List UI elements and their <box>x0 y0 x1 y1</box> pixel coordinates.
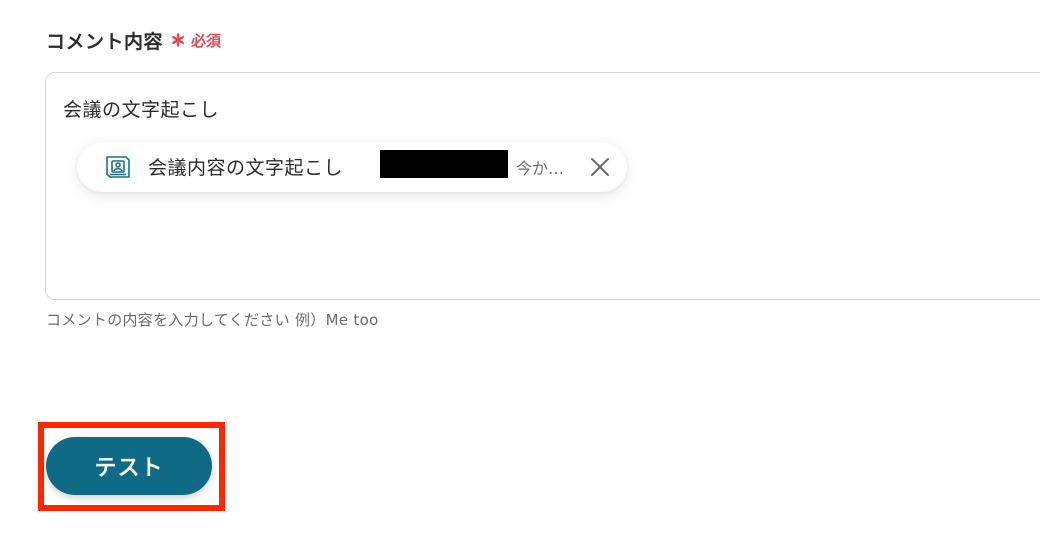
asterisk-icon <box>171 33 185 47</box>
comment-input-text: 会議の文字起こし <box>63 99 220 121</box>
variable-chip-label: 会議内容の文字起こし <box>148 157 344 179</box>
redacted-block <box>380 150 508 178</box>
document-image-icon <box>104 154 132 180</box>
test-button[interactable]: テスト <box>46 437 212 495</box>
comment-input[interactable]: 会議の文字起こし 会議内容の文字起こし 今か… <box>45 72 1040 300</box>
close-icon[interactable] <box>587 154 613 180</box>
variable-chip-meta: 今か… <box>516 159 565 178</box>
variable-chip[interactable]: 会議内容の文字起こし 今か… <box>77 142 627 192</box>
field-label: コメント内容 必須 <box>46 26 221 54</box>
comment-form: コメント内容 必須 会議の文字起こし 会議内容の文字起こし 今か… コメントの内… <box>0 0 1040 548</box>
field-label-text: コメント内容 <box>46 30 164 53</box>
field-hint: コメントの内容を入力してください 例）Me too <box>46 311 379 329</box>
required-badge: 必須 <box>191 31 222 50</box>
